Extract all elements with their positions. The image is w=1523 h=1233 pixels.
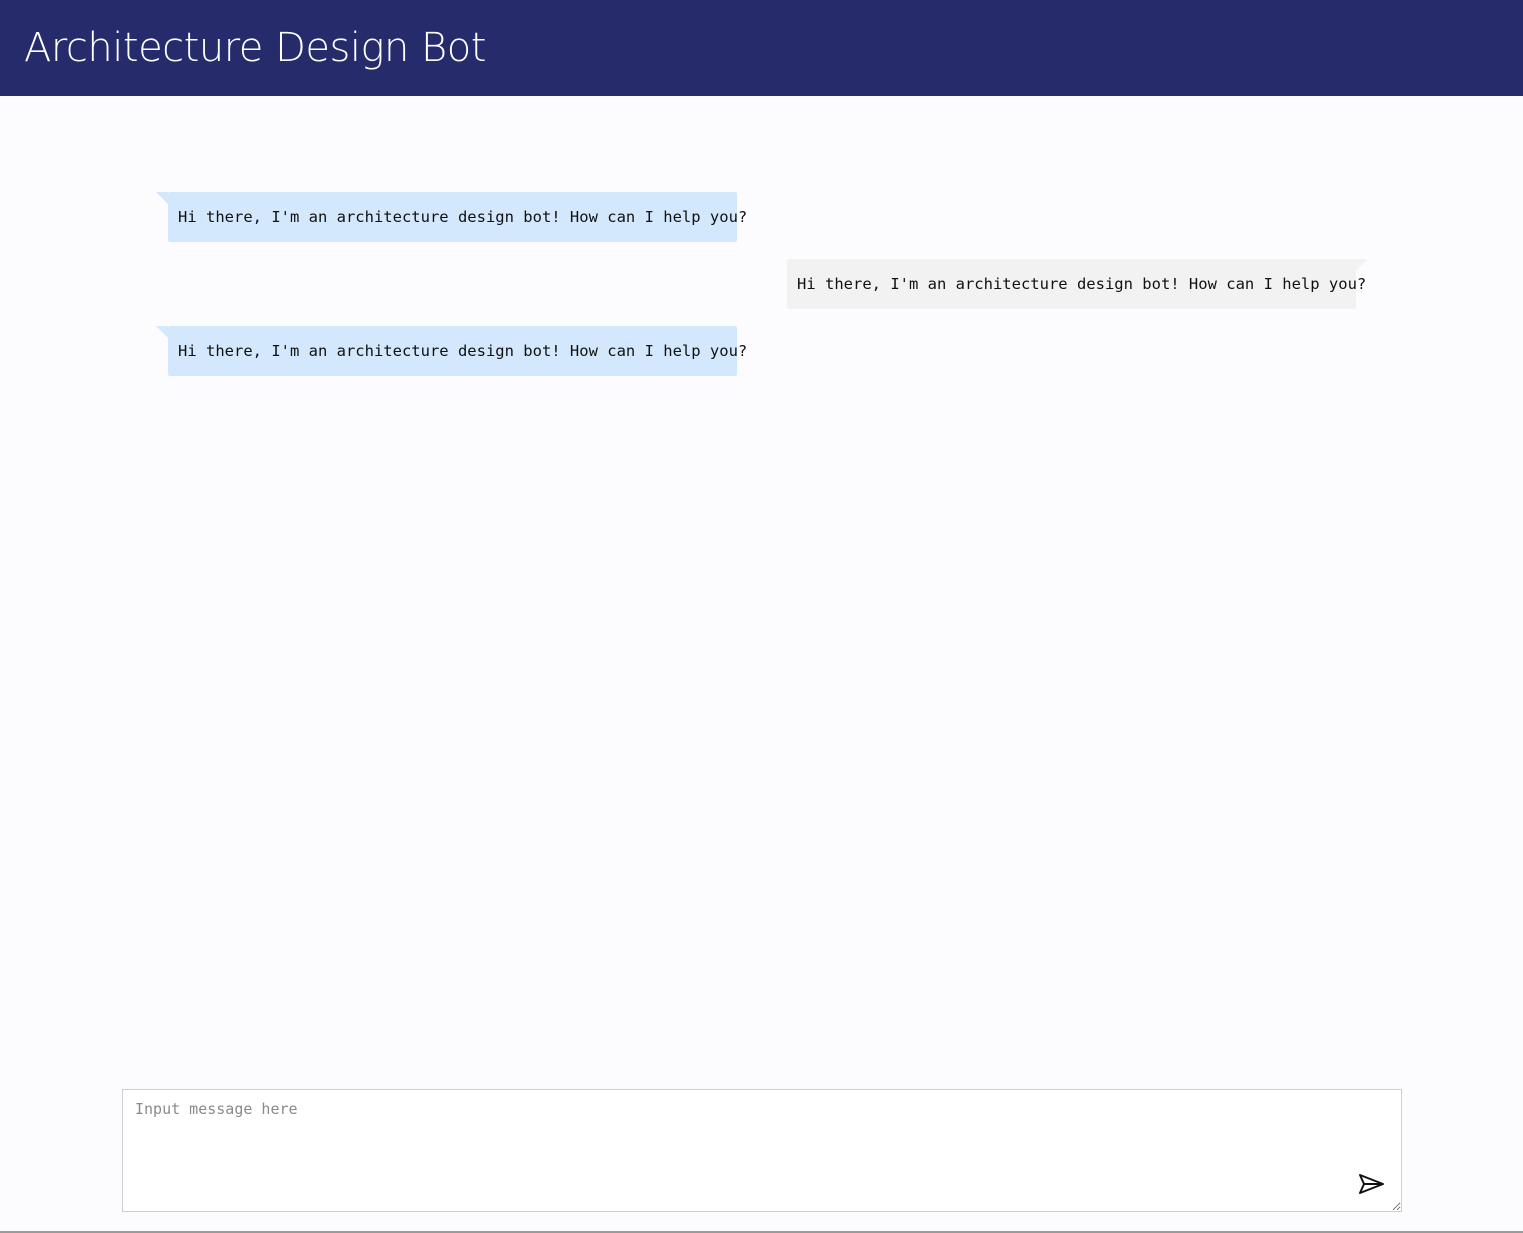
send-icon xyxy=(1358,1174,1386,1199)
page-title: Architecture Design Bot xyxy=(24,25,486,71)
message-text: Hi there, I'm an architecture design bot… xyxy=(797,275,1367,293)
bot-message: Hi there, I'm an architecture design bot… xyxy=(156,192,747,242)
message-input[interactable] xyxy=(122,1089,1402,1212)
chat-area: Hi there, I'm an architecture design bot… xyxy=(0,96,1523,1076)
message-composer xyxy=(122,1089,1402,1212)
send-button[interactable] xyxy=(1358,1172,1386,1196)
app-header: Architecture Design Bot xyxy=(0,0,1523,96)
user-message: Hi there, I'm an architecture design bot… xyxy=(787,259,1368,309)
message-text: Hi there, I'm an architecture design bot… xyxy=(178,208,748,226)
message-text: Hi there, I'm an architecture design bot… xyxy=(178,342,748,360)
bot-message: Hi there, I'm an architecture design bot… xyxy=(156,326,747,376)
